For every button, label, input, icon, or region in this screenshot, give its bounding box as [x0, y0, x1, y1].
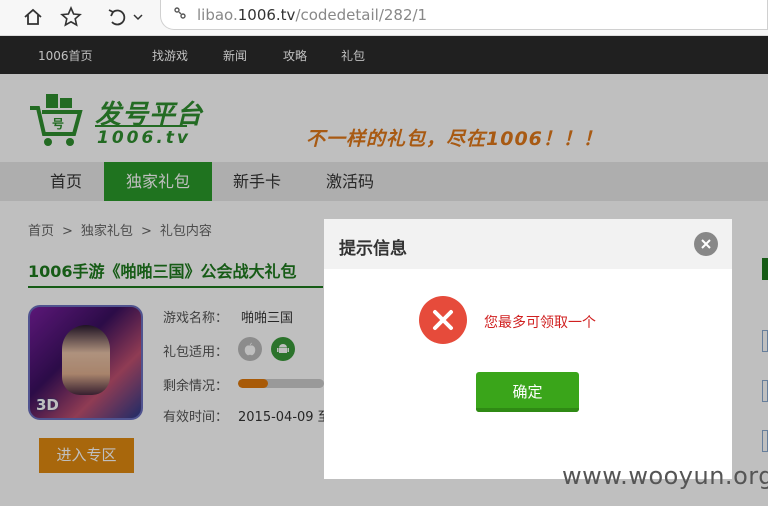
watermark: www.wooyun.org — [562, 462, 768, 490]
favorite-star-icon[interactable] — [58, 4, 84, 30]
undo-icon[interactable] — [104, 4, 130, 30]
site-info-icon[interactable] — [173, 6, 187, 24]
alert-dialog: 提示信息 您最多可领取一个 确定 — [324, 219, 732, 479]
error-message: 您最多可领取一个 — [484, 315, 596, 331]
error-icon — [419, 296, 467, 344]
button-shadow-bar — [476, 408, 579, 412]
url-domain: 1006.tv — [237, 5, 296, 24]
page: libao. 1006.tv/codedetail/282/1 1006首页 找游… — [0, 0, 768, 506]
confirm-button-label: 确定 — [512, 383, 543, 401]
dialog-header: 提示信息 — [324, 219, 732, 269]
dialog-title: 提示信息 — [339, 239, 407, 259]
address-bar[interactable]: libao. 1006.tv/codedetail/282/1 — [160, 0, 768, 30]
browser-toolbar: libao. 1006.tv/codedetail/282/1 — [0, 0, 768, 36]
url-prefix: libao. — [197, 5, 238, 24]
home-icon[interactable] — [20, 4, 46, 30]
url-path: /codedetail/282/1 — [295, 5, 428, 24]
close-icon[interactable] — [694, 232, 718, 256]
confirm-button[interactable]: 确定 — [476, 372, 579, 412]
dropdown-chevron-icon[interactable] — [130, 4, 146, 30]
